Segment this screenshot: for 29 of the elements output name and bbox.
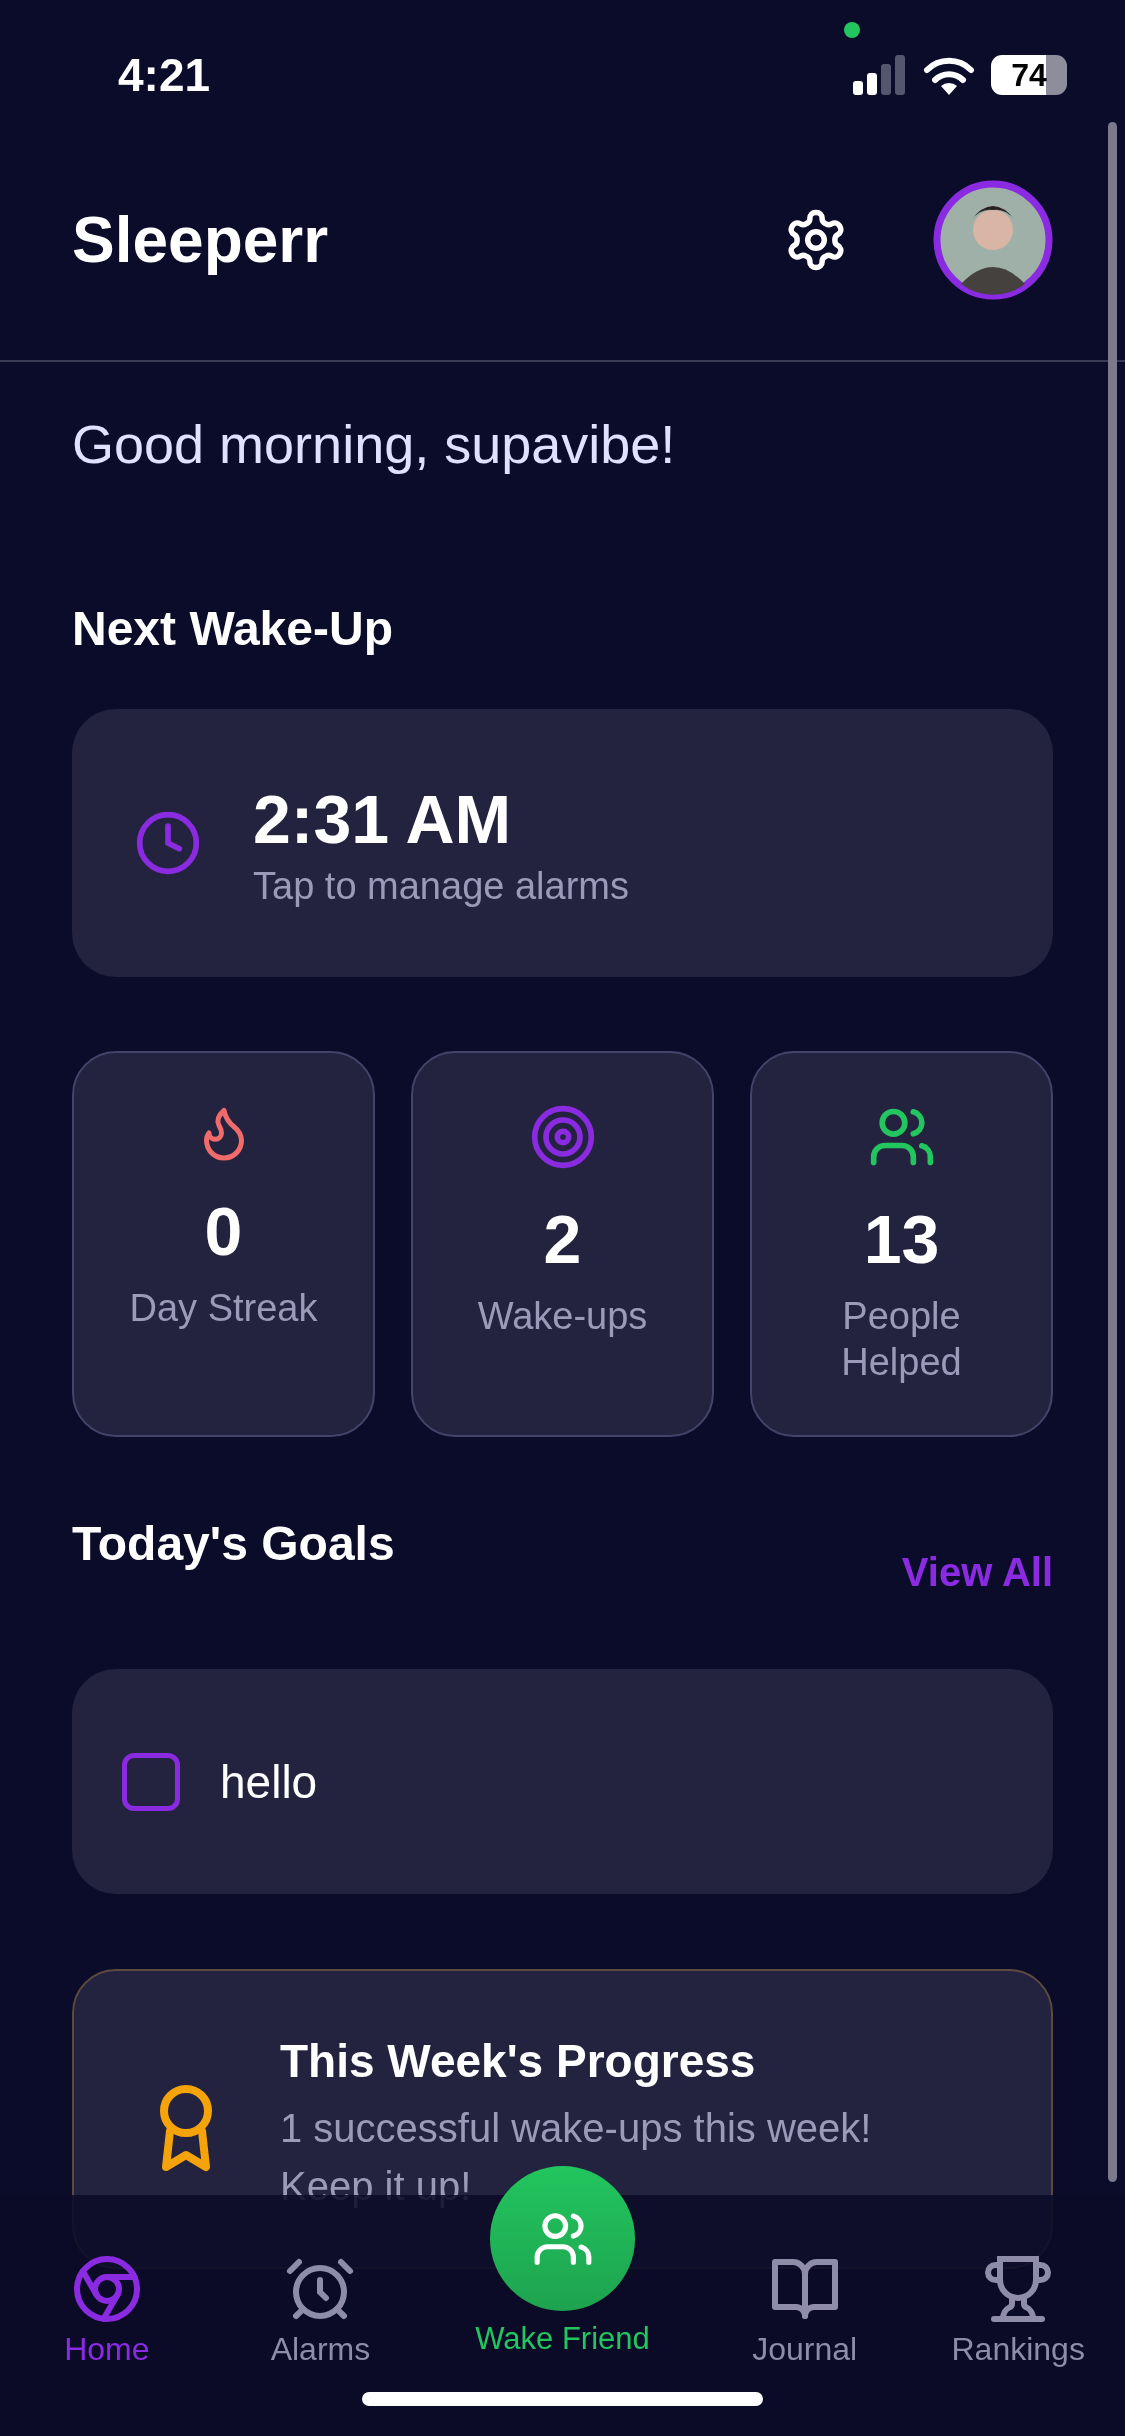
camera-indicator-dot	[844, 22, 860, 38]
tab-item[interactable]: Home	[0, 2253, 214, 2436]
view-all-link[interactable]: View All	[901, 1550, 1053, 1595]
section-title: Next Wake-Up	[72, 601, 394, 657]
goal-item[interactable]: hello	[72, 1669, 1053, 1894]
next-alarm-card[interactable]: 2:31 AM Tap to manage alarms	[72, 709, 1053, 977]
tab-item[interactable]: Alarms	[213, 2253, 428, 2436]
goal-text: hello	[220, 1754, 318, 1809]
clock-icon	[134, 809, 202, 877]
tab-item[interactable]: Rankings	[911, 2253, 1125, 2436]
section-title: Today's Goals	[72, 1516, 395, 1572]
stat-value: 2	[543, 1200, 582, 1279]
checkbox[interactable]	[122, 1752, 180, 1811]
stat-label: People Helped	[840, 1294, 963, 1385]
stat-value: 0	[204, 1192, 243, 1271]
wifi-icon	[923, 55, 975, 95]
stat-value: 13	[863, 1200, 940, 1279]
alarm-time: 2:31 AM	[253, 779, 513, 859]
greeting-text: Good morning, supavibe!	[72, 416, 677, 472]
battery-icon: 74	[991, 55, 1067, 95]
tab-item[interactable]: Journal	[697, 2253, 912, 2436]
stat-label: Day Streak	[128, 1286, 319, 1331]
app-title: Sleeperr	[72, 203, 330, 278]
status-time: 4:21	[118, 48, 211, 102]
progress-title: This Week's Progress	[280, 2034, 757, 2089]
stat-label: Wake-ups	[476, 1294, 649, 1339]
signal-icon	[851, 55, 907, 95]
alarm-subtitle: Tap to manage alarms	[253, 864, 629, 908]
avatar[interactable]	[933, 180, 1053, 300]
